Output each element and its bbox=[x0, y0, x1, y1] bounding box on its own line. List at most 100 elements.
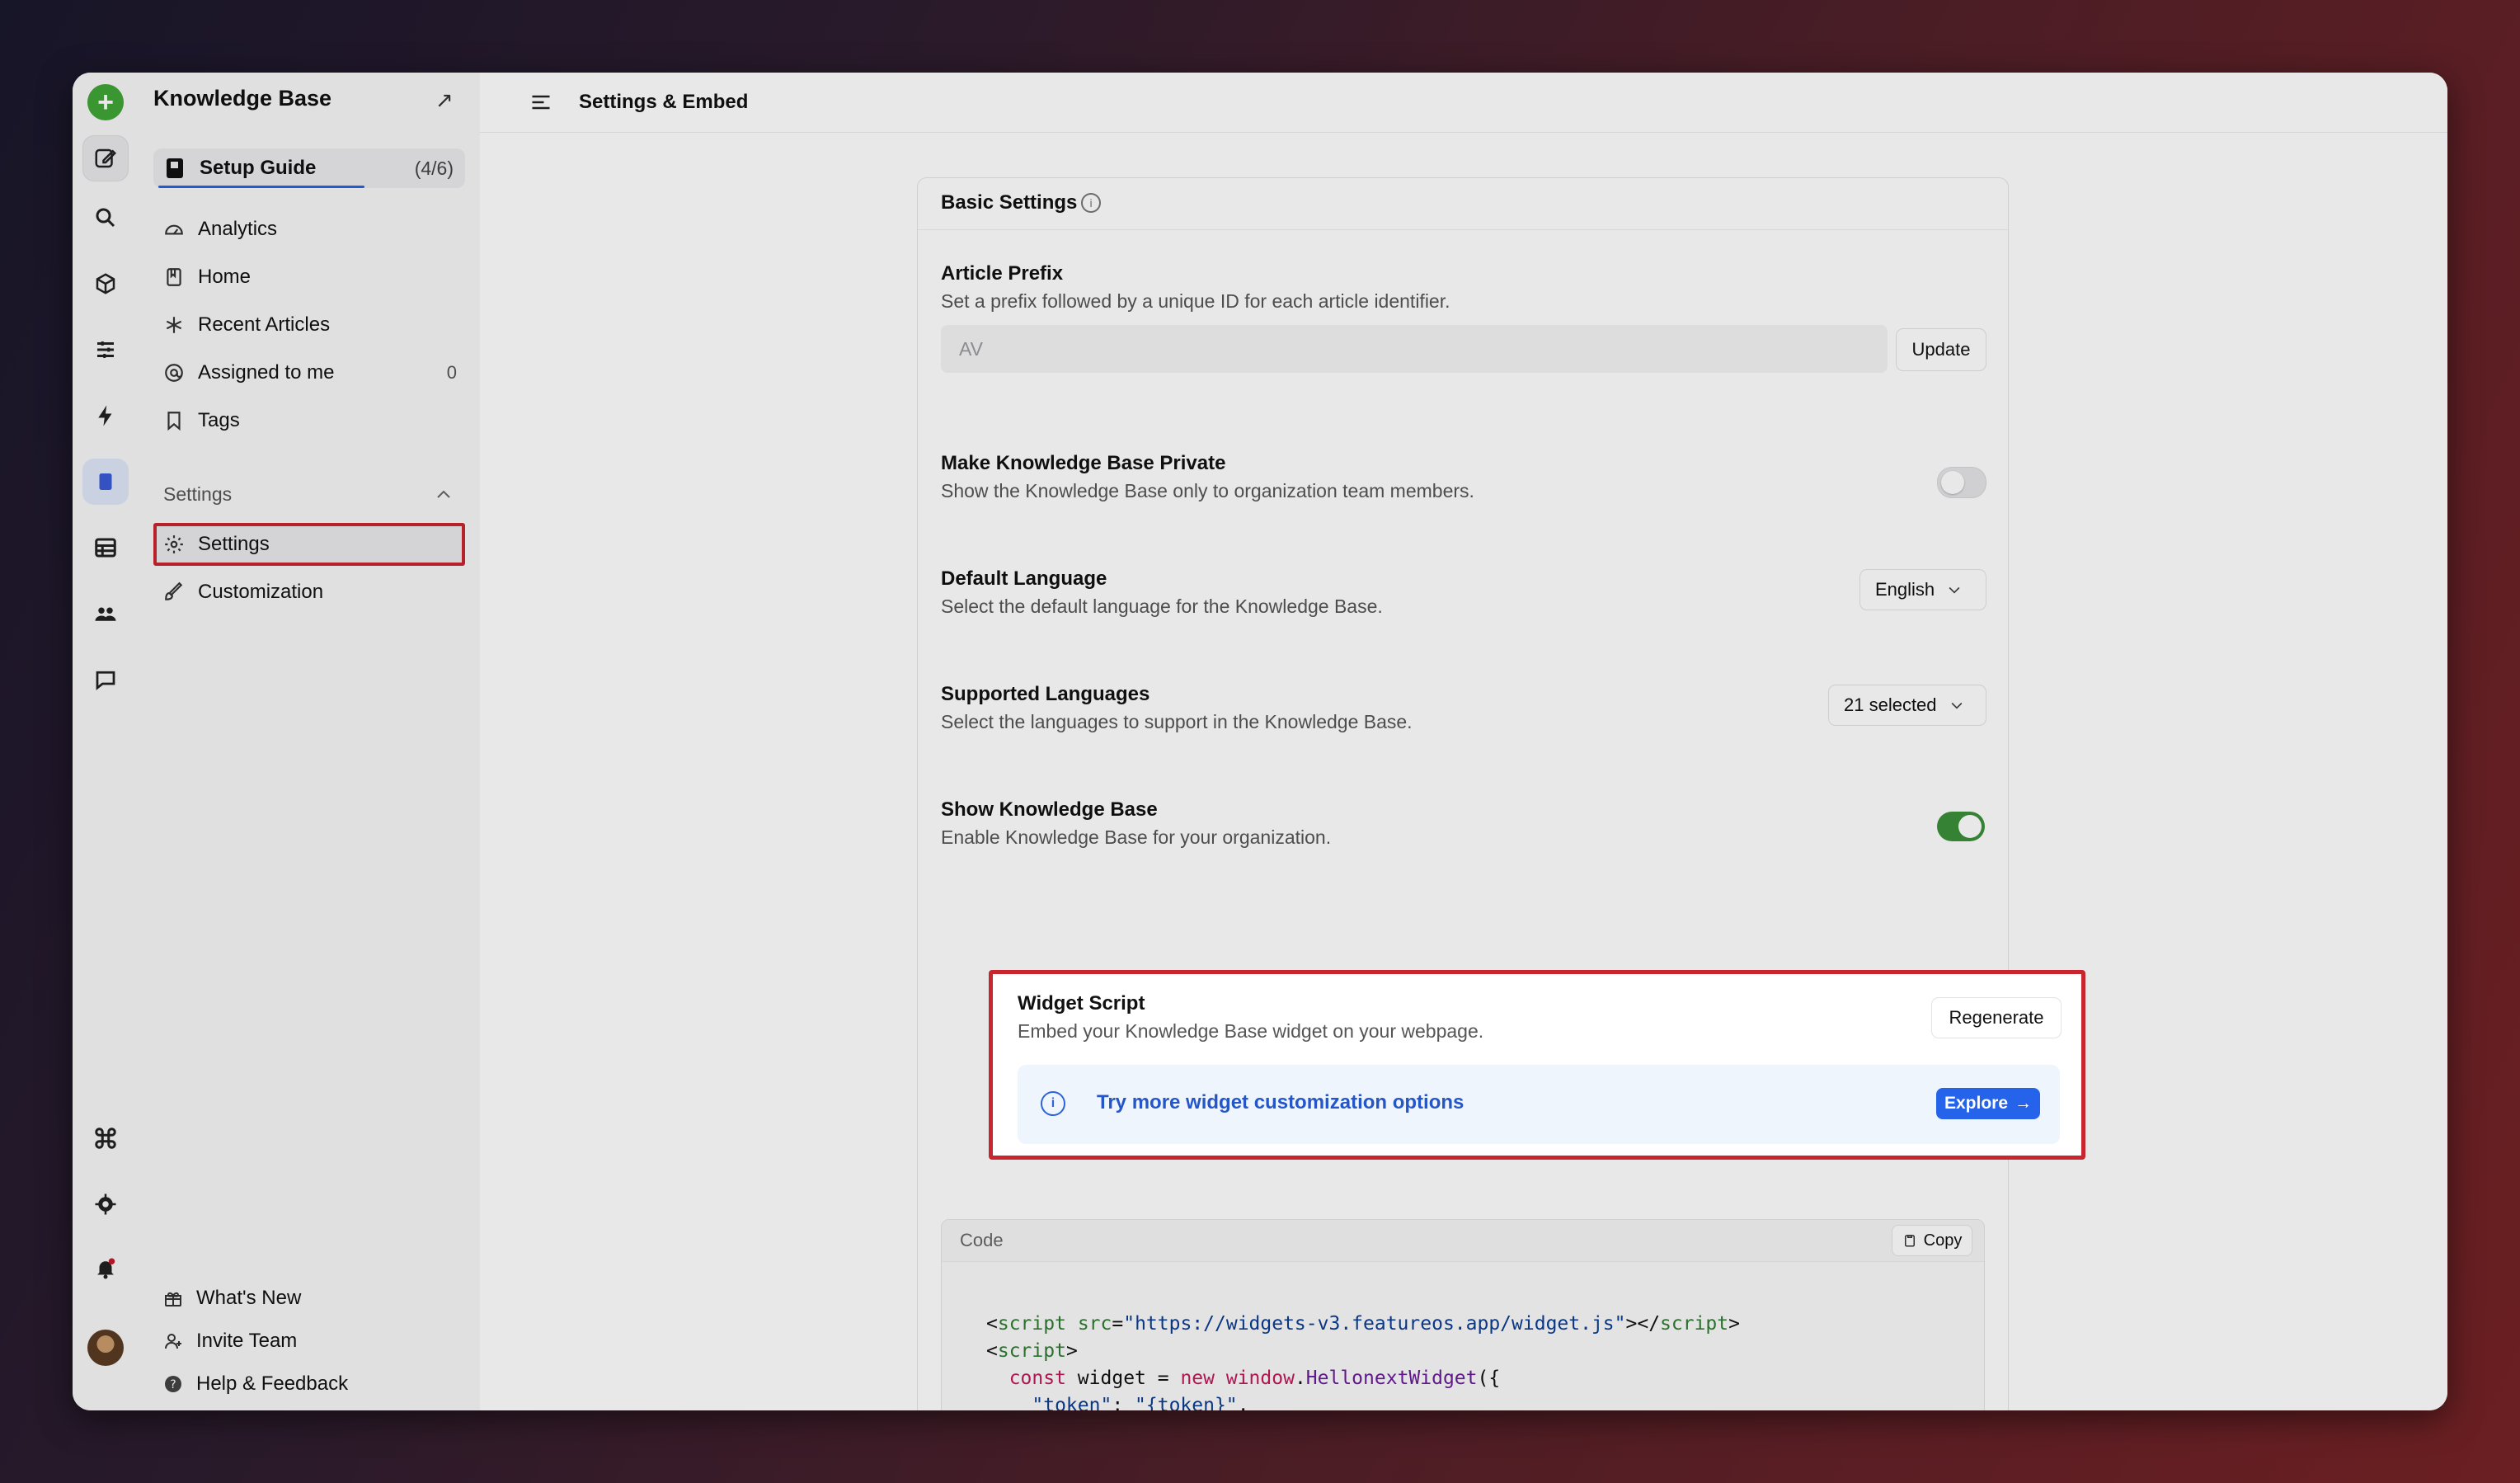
setup-guide-count: (4/6) bbox=[414, 158, 454, 179]
code-block: Code Copy <script src="https://widgets-v… bbox=[941, 1219, 1985, 1410]
callout-text: Try more widget customization options bbox=[1097, 1091, 1465, 1113]
default-language-value: English bbox=[1875, 579, 1935, 600]
svg-text:?: ? bbox=[170, 1378, 176, 1391]
book-icon bbox=[167, 158, 183, 178]
show-kb-title: Show Knowledge Base bbox=[941, 798, 1158, 821]
users-icon[interactable] bbox=[82, 591, 129, 637]
supported-languages-value: 21 selected bbox=[1844, 694, 1937, 715]
user-plus-icon bbox=[165, 1334, 181, 1349]
article-prefix-title: Article Prefix bbox=[941, 262, 1064, 285]
knowledge-base-icon[interactable] bbox=[82, 459, 129, 505]
setup-guide[interactable]: Setup Guide (4/6) bbox=[153, 148, 465, 188]
user-avatar[interactable] bbox=[87, 1330, 124, 1366]
assigned-count-badge: 0 bbox=[446, 362, 457, 383]
chevron-up-icon bbox=[437, 490, 450, 498]
sidebar-item-customization[interactable]: Customization bbox=[153, 572, 465, 612]
brush-icon bbox=[165, 581, 183, 600]
command-icon[interactable] bbox=[82, 1115, 129, 1161]
sidebar-item-label: Customization bbox=[198, 581, 324, 603]
table-icon[interactable] bbox=[82, 525, 129, 571]
supported-languages-select[interactable]: 21 selected bbox=[1828, 685, 1986, 726]
widget-script-section: Widget Script Embed your Knowledge Base … bbox=[989, 970, 2085, 1160]
explore-label: Explore bbox=[1944, 1094, 2009, 1113]
gift-icon bbox=[165, 1292, 181, 1306]
open-external-icon[interactable]: ↗ bbox=[435, 87, 454, 113]
customization-callout: i Try more widget customization options … bbox=[1018, 1065, 2060, 1144]
book-icon bbox=[167, 268, 181, 286]
regenerate-button[interactable]: Regenerate bbox=[1931, 997, 2062, 1038]
arrow-right-icon: → bbox=[2015, 1094, 2033, 1113]
icon-rail: + bbox=[73, 73, 139, 1410]
gauge-icon bbox=[165, 224, 183, 235]
copy-label: Copy bbox=[1923, 1231, 1963, 1250]
gear-icon bbox=[165, 535, 183, 553]
sidebar-item-label: Analytics bbox=[198, 218, 278, 240]
card-header: Basic Settings i bbox=[918, 178, 2008, 230]
help-icon: ? bbox=[165, 1376, 181, 1392]
top-bar: Settings & Embed bbox=[480, 73, 2447, 133]
setup-guide-label: Setup Guide bbox=[200, 157, 317, 179]
article-prefix-description: Set a prefix followed by a unique ID for… bbox=[941, 290, 1450, 312]
sparkle-icon bbox=[166, 317, 182, 333]
info-icon: i bbox=[1041, 1091, 1065, 1116]
gear-icon[interactable] bbox=[82, 1181, 129, 1227]
whats-new-link[interactable]: What's New bbox=[163, 1280, 460, 1316]
article-prefix-placeholder: AV bbox=[959, 338, 983, 360]
footer-label: Invite Team bbox=[196, 1330, 298, 1352]
private-description: Show the Knowledge Base only to organiza… bbox=[941, 480, 1474, 501]
private-title: Make Knowledge Base Private bbox=[941, 452, 1226, 474]
bolt-icon[interactable] bbox=[82, 393, 129, 439]
code-header: Code Copy bbox=[942, 1220, 1984, 1262]
show-kb-toggle[interactable] bbox=[1937, 812, 1985, 841]
edit-icon[interactable] bbox=[82, 135, 129, 181]
main-content: Basic Settings i Article Prefix Set a pr… bbox=[480, 133, 2447, 1410]
sidebar-item-recent-articles[interactable]: Recent Articles bbox=[153, 305, 465, 345]
default-language-select[interactable]: English bbox=[1859, 569, 1986, 610]
code-label: Code bbox=[960, 1230, 1004, 1250]
sidebar-item-tags[interactable]: Tags bbox=[153, 401, 465, 440]
card-title: Basic Settings bbox=[941, 191, 1078, 214]
copy-button[interactable]: Copy bbox=[1892, 1225, 1972, 1256]
sidebar-item-settings[interactable]: Settings bbox=[153, 525, 465, 564]
search-icon[interactable] bbox=[82, 195, 129, 241]
settings-section-header[interactable]: Settings bbox=[153, 478, 465, 511]
supported-languages-description: Select the languages to support in the K… bbox=[941, 711, 1413, 732]
app-logo-icon[interactable]: + bbox=[87, 84, 124, 120]
clipboard-icon bbox=[1904, 1235, 1915, 1247]
supported-languages-title: Supported Languages bbox=[941, 683, 1150, 705]
chat-icon[interactable] bbox=[82, 657, 129, 703]
sidebar-item-analytics[interactable]: Analytics bbox=[153, 210, 465, 249]
article-prefix-input[interactable]: AV bbox=[941, 325, 1888, 373]
cube-icon[interactable] bbox=[82, 261, 129, 307]
show-kb-description: Enable Knowledge Base for your organizat… bbox=[941, 826, 1332, 848]
sidebar-item-label: Assigned to me bbox=[198, 361, 335, 384]
chevron-down-icon bbox=[1949, 586, 1960, 594]
sidebar-toggle-icon[interactable] bbox=[529, 91, 552, 114]
private-toggle[interactable] bbox=[1937, 467, 1986, 498]
setup-progress-bar bbox=[158, 186, 364, 188]
footer-label: What's New bbox=[196, 1287, 302, 1309]
basic-settings-card: Basic Settings i Article Prefix Set a pr… bbox=[917, 177, 2009, 1410]
default-language-description: Select the default language for the Know… bbox=[941, 596, 1383, 617]
notification-bell-icon[interactable] bbox=[82, 1245, 129, 1292]
page-title: Settings & Embed bbox=[579, 91, 749, 113]
explore-button[interactable]: Explore → bbox=[1936, 1088, 2040, 1119]
footer-label: Help & Feedback bbox=[196, 1372, 349, 1395]
widget-code[interactable]: <script src="https://widgets-v3.featureo… bbox=[986, 1311, 1740, 1410]
sidebar-item-label: Tags bbox=[198, 409, 240, 431]
section-label: Settings bbox=[163, 483, 233, 505]
sidebar-title: Knowledge Base bbox=[153, 86, 332, 111]
help-feedback-link[interactable]: ? Help & Feedback bbox=[163, 1366, 460, 1402]
sidebar: Knowledge Base ↗ Setup Guide (4/6) Analy… bbox=[139, 73, 538, 1410]
bookmark-icon bbox=[167, 412, 181, 431]
roadmap-icon[interactable] bbox=[82, 327, 129, 373]
invite-team-link[interactable]: Invite Team bbox=[163, 1323, 460, 1359]
sidebar-item-label: Home bbox=[198, 266, 252, 288]
sidebar-item-label: Recent Articles bbox=[198, 313, 331, 336]
update-button[interactable]: Update bbox=[1896, 328, 1986, 371]
sidebar-item-assigned[interactable]: Assigned to me 0 bbox=[153, 353, 465, 393]
widget-script-description: Embed your Knowledge Base widget on your… bbox=[1018, 1020, 1484, 1042]
info-icon[interactable]: i bbox=[1081, 193, 1101, 213]
sidebar-item-home[interactable]: Home bbox=[153, 257, 465, 297]
at-icon bbox=[165, 364, 183, 382]
